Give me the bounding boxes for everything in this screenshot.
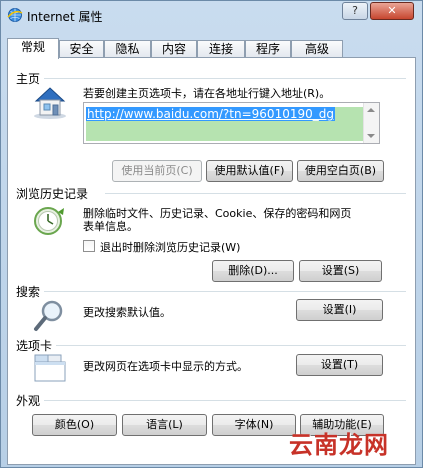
internet-globe-icon (7, 8, 23, 22)
colors-button[interactable]: 颜色(O) (32, 414, 117, 436)
tab-general[interactable]: 常规 (7, 38, 59, 59)
search-settings-button[interactable]: 设置(I) (296, 299, 383, 321)
search-description: 更改搜索默认值。 (83, 306, 171, 319)
tabs-window-icon (34, 354, 66, 382)
tab-security[interactable]: 安全 (59, 40, 104, 58)
tab-privacy[interactable]: 隐私 (104, 40, 151, 58)
window-title: Internet 属性 (27, 10, 103, 24)
tab-advanced[interactable]: 高级 (291, 40, 343, 58)
title-bar: Internet 属性 ? ✕ (1, 1, 422, 31)
tabs-description: 更改网页在选项卡中显示的方式。 (83, 360, 248, 373)
homepage-url-field[interactable]: http://www.baidu.com/?tn=96010190_dg (83, 102, 380, 144)
scroll-up-arrow-icon[interactable] (367, 108, 375, 112)
clock-icon (34, 207, 64, 235)
languages-button[interactable]: 语言(L) (122, 414, 207, 436)
general-tab-panel: 主页 若要创建主页选项卡，请在各地址行键入地址(R)。 http://www.b… (7, 57, 416, 465)
use-current-page-button[interactable]: 使用当前页(C) (112, 160, 202, 182)
tabs-divider (56, 345, 406, 346)
history-settings-button[interactable]: 设置(S) (299, 260, 382, 282)
appearance-section-label: 外观 (16, 394, 41, 408)
tab-content[interactable]: 内容 (151, 40, 197, 58)
magnifier-icon (34, 300, 63, 331)
delete-history-on-exit-label: 退出时删除浏览历史记录(W) (100, 241, 241, 254)
history-divider (105, 193, 406, 194)
fonts-button[interactable]: 字体(N) (212, 414, 296, 436)
delete-history-on-exit-checkbox[interactable] (83, 240, 95, 252)
scroll-down-arrow-icon[interactable] (367, 134, 375, 138)
search-divider (44, 291, 406, 292)
house-icon (34, 87, 66, 119)
use-blank-button[interactable]: 使用空白页(B) (297, 160, 384, 182)
homepage-divider (44, 78, 406, 79)
history-section-label: 浏览历史记录 (16, 187, 89, 201)
homepage-description: 若要创建主页选项卡，请在各地址行键入地址(R)。 (83, 87, 331, 100)
appearance-divider (44, 400, 406, 401)
tabs-settings-button[interactable]: 设置(T) (296, 354, 383, 376)
delete-history-button[interactable]: 删除(D)... (212, 260, 294, 282)
close-button[interactable]: ✕ (370, 2, 414, 20)
homepage-url-text: http://www.baidu.com/?tn=96010190_dg (86, 107, 335, 121)
help-button[interactable]: ? (342, 2, 368, 20)
use-default-button[interactable]: 使用默认值(F) (206, 160, 293, 182)
homepage-url-scrollbar[interactable] (363, 103, 379, 143)
tab-programs[interactable]: 程序 (245, 40, 291, 58)
internet-options-window: Internet 属性 ? ✕ 常规 安全 隐私 内容 连接 程序 高级 主页 … (0, 0, 423, 468)
watermark-logo: 云南龙网 (289, 430, 389, 459)
history-description-line2: 表单信息。 (83, 220, 138, 233)
homepage-url-highlight: http://www.baidu.com/?tn=96010190_dg (86, 107, 364, 141)
tab-connections[interactable]: 连接 (197, 40, 245, 58)
